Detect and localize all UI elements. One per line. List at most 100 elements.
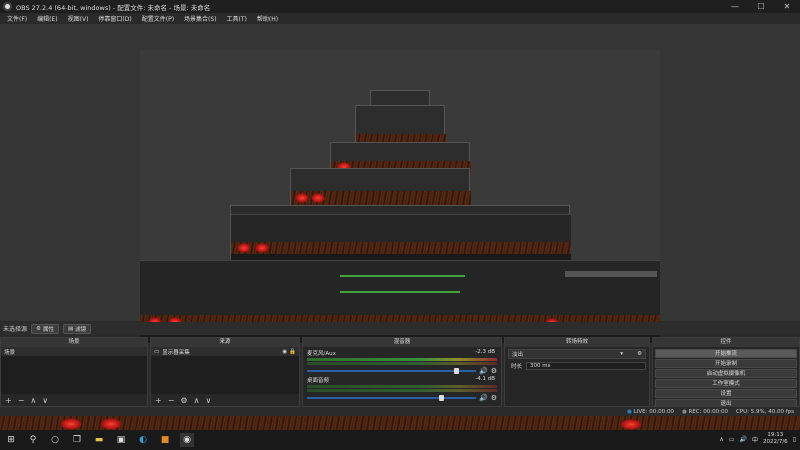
scenes-header: 场景 xyxy=(1,338,147,347)
menu-edit[interactable]: 编辑(E) xyxy=(32,14,62,23)
sources-dock: 来源 ▭ 显示器采集 ◉ 🔒 + − ⚙ ∧ ∨ xyxy=(150,337,300,407)
volume-meter xyxy=(307,362,497,365)
monitor-icon: ▭ xyxy=(154,348,160,355)
volume-slider[interactable] xyxy=(307,395,476,401)
move-down-icon[interactable]: ∨ xyxy=(42,396,48,405)
nested-capture-2 xyxy=(290,168,471,205)
lock-icon[interactable]: 🔒 xyxy=(289,349,296,355)
volume-icon[interactable]: 🔊 xyxy=(739,436,746,443)
captured-background-strip xyxy=(0,416,800,430)
windows-start-icon[interactable]: ⊞ xyxy=(4,433,18,447)
controls-header: 控件 xyxy=(653,338,799,347)
duration-input[interactable]: 300 ms xyxy=(526,362,646,370)
start-virtual-camera-button[interactable]: 启动虚拟摄像机 xyxy=(655,369,797,378)
chevron-down-icon: ▾ xyxy=(620,351,624,357)
system-tray: ∧ ▭ 🔊 中 19:13 2022/7/6 ▯ xyxy=(719,432,796,446)
scene-transitions-dock: 转场特效 淡出 ▾ ⚙ 时长 300 ms xyxy=(504,337,650,407)
add-source-button[interactable]: + xyxy=(155,396,162,405)
speaker-icon[interactable]: 🔊 xyxy=(479,394,488,402)
no-source-selected-label: 未选择源 xyxy=(3,326,28,333)
maximize-button[interactable]: ☐ xyxy=(748,0,774,13)
rec-indicator: ● REC: 00:00:00 xyxy=(681,408,728,415)
menu-tools[interactable]: 工具(T) xyxy=(222,14,252,23)
preview-area[interactable] xyxy=(0,24,800,343)
volume-meter xyxy=(307,385,497,388)
live-dot-icon: ● xyxy=(627,408,632,415)
store-icon[interactable]: ▣ xyxy=(114,433,128,447)
scenes-dock: 场景 场景 + − ∧ ∨ xyxy=(0,337,148,407)
move-up-icon[interactable]: ∧ xyxy=(30,396,36,405)
filters-button[interactable]: ▤ 滤镜 xyxy=(62,323,92,334)
minimize-button[interactable]: — xyxy=(722,0,748,13)
audio-mixer-dock: 混音器 麦克风/Aux -2.3 dB 🔊 ⚙ 桌面音频 -4.1 dB 🔊 ⚙ xyxy=(302,337,502,407)
ime-indicator[interactable]: 中 xyxy=(752,435,758,444)
status-bar: ● LIVE: 00:00:00 ● REC: 00:00:00 CPU: 5.… xyxy=(0,407,800,416)
transition-select[interactable]: 淡出 ▾ ⚙ xyxy=(508,349,646,359)
remove-scene-button[interactable]: − xyxy=(18,396,25,405)
start-streaming-button[interactable]: 开始推流 xyxy=(655,349,797,358)
title-bar: OBS 27.2.4 (64-bit, windows) - 配置文件: 未命名… xyxy=(0,0,800,13)
controls-dock: 控件 开始推流 开始录制 启动虚拟摄像机 工作室模式 设置 退出 xyxy=(652,337,800,408)
clock[interactable]: 19:13 2022/7/6 xyxy=(763,432,788,446)
window-title: OBS 27.2.4 (64-bit, windows) - 配置文件: 未命名… xyxy=(16,3,211,12)
studio-mode-button[interactable]: 工作室模式 xyxy=(655,379,797,388)
rec-dot-icon: ● xyxy=(681,408,687,415)
preview-canvas[interactable] xyxy=(140,50,660,343)
obs-logo-icon xyxy=(3,2,12,11)
settings-button[interactable]: 设置 xyxy=(655,389,797,398)
obs-taskbar-icon[interactable]: ◉ xyxy=(180,433,194,447)
menu-help[interactable]: 帮助(H) xyxy=(252,14,283,23)
duration-row: 时长 300 ms xyxy=(508,361,646,371)
move-up-icon[interactable]: ∧ xyxy=(194,396,200,405)
nested-capture-4 xyxy=(355,105,446,145)
nested-capture-1 xyxy=(230,205,571,260)
app-icon[interactable]: ■ xyxy=(158,433,172,447)
channel-name: 桌面音频 xyxy=(307,378,330,384)
add-scene-button[interactable]: + xyxy=(5,396,12,405)
volume-meter xyxy=(307,358,497,361)
properties-button[interactable]: ⚙ 属性 xyxy=(31,323,59,334)
scene-item[interactable]: 场景 xyxy=(1,347,147,356)
live-indicator: ● LIVE: 00:00:00 xyxy=(627,408,674,415)
channel-name: 麦克风/Aux xyxy=(307,351,336,357)
menu-profile[interactable]: 配置文件(P) xyxy=(137,14,179,23)
source-item[interactable]: ▭ 显示器采集 ◉ 🔒 xyxy=(151,347,299,356)
edge-icon[interactable]: ◐ xyxy=(136,433,150,447)
slider-knob[interactable] xyxy=(438,395,444,401)
menu-docks[interactable]: 停靠窗口(D) xyxy=(93,14,136,23)
notification-icon[interactable]: ▯ xyxy=(793,436,796,443)
menu-scene-collection[interactable]: 场景集合(S) xyxy=(179,14,222,23)
search-icon[interactable]: ⚲ xyxy=(26,433,40,447)
source-toolbar: 未选择源 ⚙ 属性 ▤ 滤镜 xyxy=(0,322,800,335)
mixer-channel-mic: 麦克风/Aux -2.3 dB 🔊 ⚙ xyxy=(303,347,501,375)
sources-header: 来源 xyxy=(151,338,299,347)
tray-overflow-icon[interactable]: ∧ xyxy=(719,436,723,443)
channel-db: -4.1 dB xyxy=(475,376,495,382)
gear-icon: ⚙ xyxy=(36,325,41,332)
cortana-icon[interactable]: ○ xyxy=(48,433,62,447)
task-view-icon[interactable]: ❐ xyxy=(70,433,84,447)
source-settings-icon[interactable]: ⚙ xyxy=(180,396,187,405)
channel-db: -2.3 dB xyxy=(475,349,495,355)
move-down-icon[interactable]: ∨ xyxy=(205,396,211,405)
gear-icon[interactable]: ⚙ xyxy=(637,351,642,357)
transitions-header: 转场特效 xyxy=(505,338,649,347)
windows-taskbar: ⊞ ⚲ ○ ❐ ▬ ▣ ◐ ■ ◉ ∧ ▭ 🔊 中 19:13 2022/7/6… xyxy=(0,430,800,450)
volume-meter xyxy=(307,389,497,392)
volume-slider[interactable] xyxy=(307,368,476,374)
remove-source-button[interactable]: − xyxy=(168,396,175,405)
menu-bar: 文件(F) 编辑(E) 视图(V) 停靠窗口(D) 配置文件(P) 场景集合(S… xyxy=(0,13,800,24)
gear-icon[interactable]: ⚙ xyxy=(491,394,497,402)
mixer-header: 混音器 xyxy=(303,338,501,347)
menu-file[interactable]: 文件(F) xyxy=(2,14,32,23)
mixer-channel-desktop: 桌面音频 -4.1 dB 🔊 ⚙ xyxy=(303,374,501,402)
file-explorer-icon[interactable]: ▬ xyxy=(92,433,106,447)
menu-view[interactable]: 视图(V) xyxy=(63,14,94,23)
network-icon[interactable]: ▭ xyxy=(729,436,735,443)
filter-icon: ▤ xyxy=(67,325,74,332)
start-recording-button[interactable]: 开始录制 xyxy=(655,359,797,368)
cpu-fps-readout: CPU: 5.9%, 40.00 fps xyxy=(735,408,794,415)
close-button[interactable]: ✕ xyxy=(774,0,800,13)
duration-label: 时长 xyxy=(511,364,523,370)
visibility-eye-icon[interactable]: ◉ xyxy=(282,349,287,355)
